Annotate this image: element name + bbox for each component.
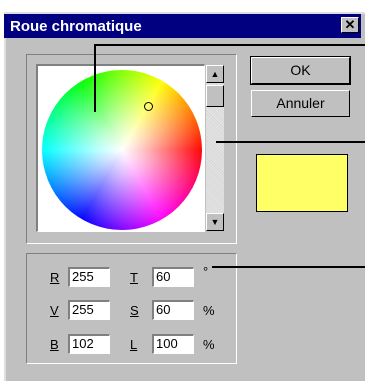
callout-line-values xyxy=(212,266,365,268)
screenshot: Roue chromatique ✕ ▲ ▼ OK Annuler R 255 … xyxy=(0,0,365,381)
hue-unit: ° xyxy=(203,264,209,279)
saturation-label: S xyxy=(130,303,139,318)
saturation-input[interactable]: 60 xyxy=(152,300,194,320)
arrow-down-icon: ▼ xyxy=(210,217,220,227)
close-icon: ✕ xyxy=(344,17,356,32)
scroll-up-button[interactable]: ▲ xyxy=(206,65,224,83)
color-preview-swatch xyxy=(256,154,348,212)
callout-line-wheel-vertical xyxy=(94,44,96,112)
green-input[interactable]: 255 xyxy=(68,300,110,320)
hue-label: T xyxy=(130,270,138,285)
red-input[interactable]: 255 xyxy=(68,267,110,287)
callout-line-scrollbar xyxy=(216,141,365,143)
red-label: R xyxy=(50,270,60,285)
ok-button[interactable]: OK xyxy=(250,56,351,85)
callout-line-wheel xyxy=(94,44,365,46)
blue-input[interactable]: 102 xyxy=(68,334,110,354)
blue-label: B xyxy=(50,337,59,352)
luminosity-scrollbar[interactable]: ▲ ▼ xyxy=(206,65,224,231)
cancel-button[interactable]: Annuler xyxy=(251,90,350,117)
green-label: V xyxy=(50,303,59,318)
luminosity-input[interactable]: 100 xyxy=(152,334,194,354)
arrow-up-icon: ▲ xyxy=(210,69,220,79)
close-button[interactable]: ✕ xyxy=(341,17,359,33)
hue-input[interactable]: 60 xyxy=(152,267,194,287)
dialog-title: Roue chromatique xyxy=(10,18,142,35)
luminosity-unit: % xyxy=(203,337,215,352)
scroll-thumb[interactable] xyxy=(206,85,224,107)
color-picker-marker[interactable] xyxy=(144,102,153,111)
color-wheel-area[interactable] xyxy=(36,64,205,232)
scroll-down-button[interactable]: ▼ xyxy=(206,213,224,231)
saturation-unit: % xyxy=(203,303,215,318)
title-bar[interactable]: Roue chromatique ✕ xyxy=(4,14,361,38)
luminosity-label: L xyxy=(130,337,138,352)
color-wheel[interactable] xyxy=(42,70,202,230)
